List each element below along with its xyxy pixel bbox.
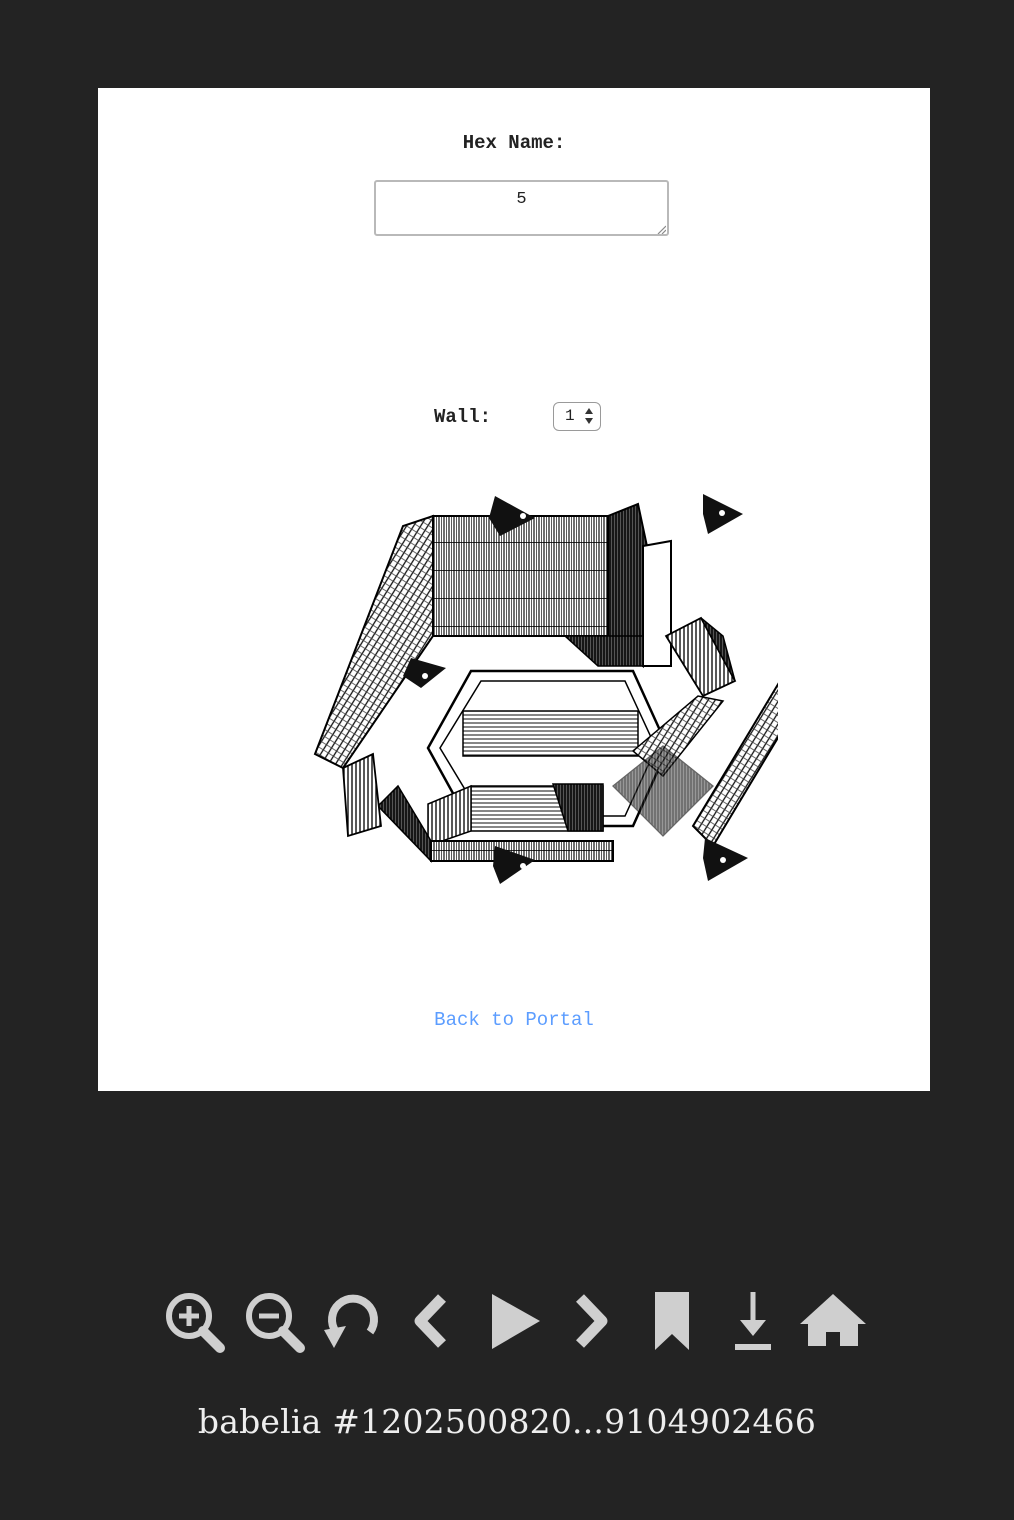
previous-icon [414,1294,446,1348]
hex-name-label: Hex Name: [462,132,566,154]
home-icon [800,1294,866,1346]
previous-button[interactable] [400,1286,466,1356]
zoom-out-button[interactable] [240,1286,306,1356]
download-icon [735,1292,771,1350]
caption: babelia #1202500820...9104902466 [197,1402,817,1441]
zoom-in-button[interactable] [160,1286,226,1356]
stepper-arrows-icon [585,408,593,424]
play-icon [492,1294,540,1349]
page-panel: Hex Name: 5 Wall: 1 Back to Portal [98,88,930,1091]
rotate-button[interactable] [320,1286,386,1356]
play-button[interactable] [480,1286,546,1356]
rotate-icon [324,1294,378,1348]
wall-select[interactable]: 1 [553,402,601,431]
next-button[interactable] [560,1286,626,1356]
back-to-portal-link[interactable]: Back to Portal [98,1009,930,1031]
download-button[interactable] [720,1286,786,1356]
zoom-in-icon [166,1293,225,1353]
bookmark-button[interactable] [640,1286,706,1356]
hexagon-room-illustration [313,494,778,884]
resize-grip-icon[interactable] [656,224,666,234]
next-icon [576,1294,608,1348]
viewer-toolbar [160,1286,870,1356]
home-button[interactable] [800,1286,866,1356]
bookmark-icon [655,1292,689,1350]
wall-select-value: 1 [565,407,575,425]
zoom-out-icon [246,1293,305,1353]
hex-name-input[interactable]: 5 [374,180,669,236]
wall-label: Wall: [434,406,492,428]
